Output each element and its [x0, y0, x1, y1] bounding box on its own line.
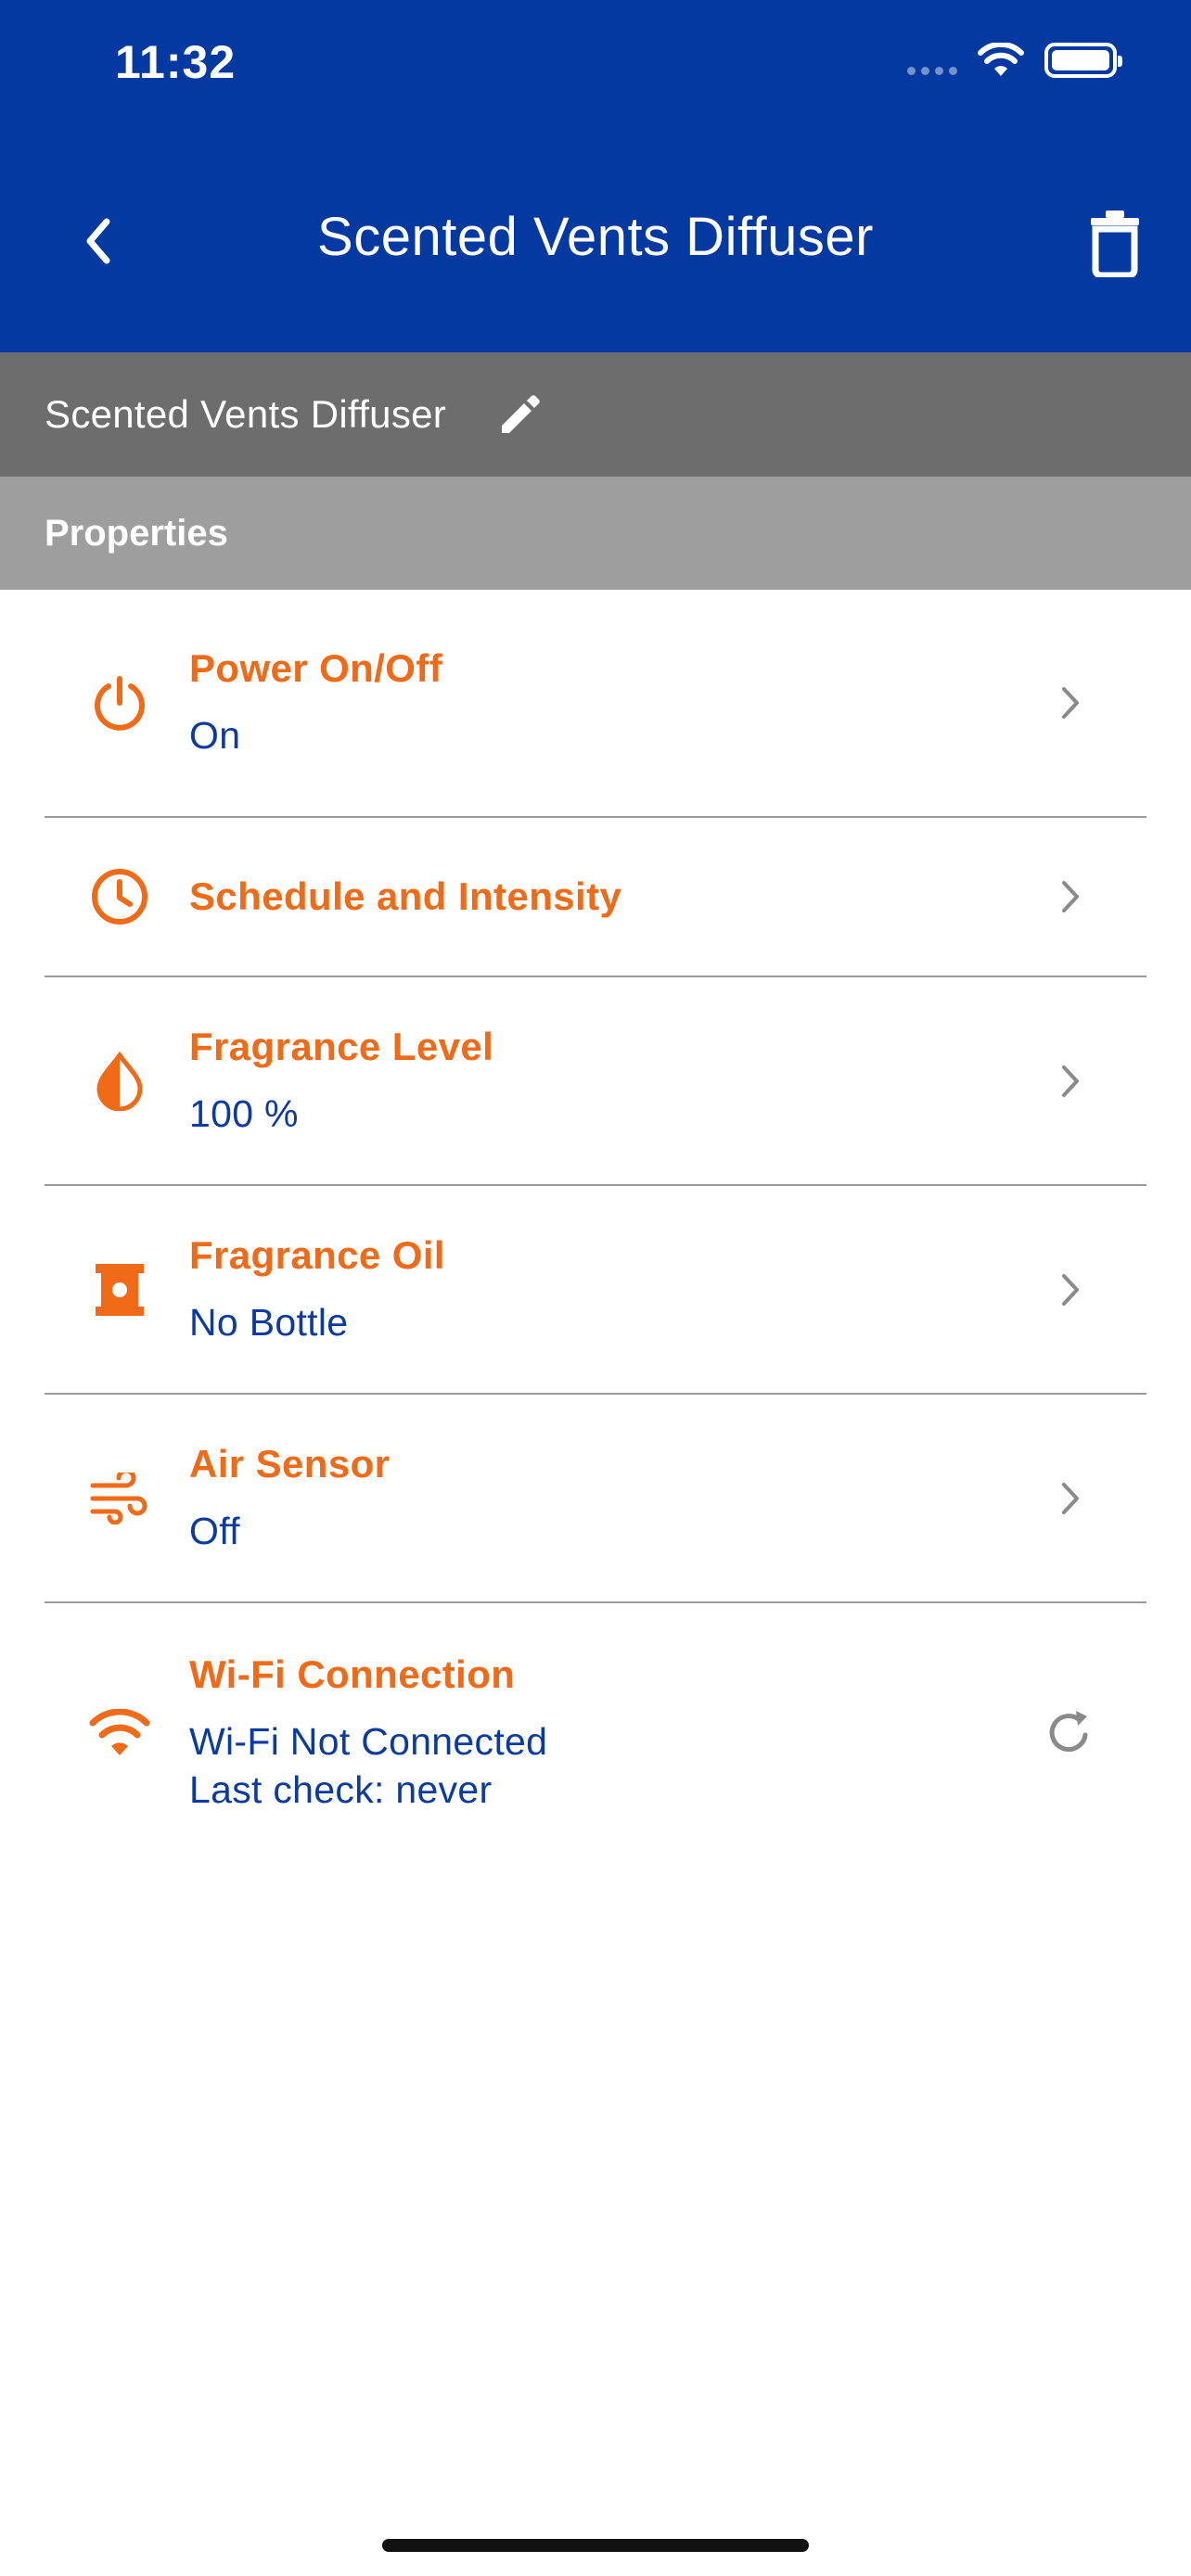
property-row-air-sensor[interactable]: Air Sensor Off [45, 1395, 1146, 1603]
wifi-status-icon [978, 43, 1024, 76]
wifi-status-text: Wi-Fi Not Connected Last check: never [189, 1717, 547, 1814]
properties-list: Power On/Off On Schedule and Intensity F… [45, 590, 1146, 1863]
clock-icon [87, 864, 152, 929]
app-header: 11:32 Scented Vents Diffuser [0, 0, 1191, 352]
chevron-right-icon [1052, 675, 1089, 731]
delete-button[interactable] [1078, 204, 1152, 282]
wifi-last-check: Last check: never [189, 1768, 493, 1811]
device-name-bar: Scented Vents Diffuser [0, 352, 1191, 477]
cellular-signal-icon [907, 66, 957, 75]
property-row-schedule[interactable]: Schedule and Intensity [45, 818, 1146, 977]
battery-icon [1044, 43, 1122, 78]
wind-icon [87, 1466, 152, 1531]
property-row-wifi: Wi-Fi Connection Wi-Fi Not Connected Las… [45, 1603, 1146, 1863]
property-title: Wi-Fi Connection [189, 1652, 516, 1696]
property-row-power[interactable]: Power On/Off On [45, 590, 1146, 818]
chevron-right-icon [1052, 1262, 1089, 1318]
property-title: Fragrance Oil [189, 1232, 445, 1277]
status-time: 11:32 [115, 36, 237, 88]
edit-name-button[interactable] [494, 389, 546, 440]
property-title: Fragrance Level [189, 1024, 494, 1068]
status-icons [907, 43, 1122, 78]
device-name: Scented Vents Diffuser [45, 392, 447, 436]
property-value: 100 % [189, 1091, 299, 1135]
chevron-right-icon [1052, 1053, 1089, 1109]
property-row-fragrance-oil[interactable]: Fragrance Oil No Bottle [45, 1186, 1146, 1395]
property-title: Schedule and Intensity [189, 874, 622, 918]
property-value: Off [189, 1509, 240, 1552]
power-icon [87, 670, 152, 735]
section-title: Properties [45, 512, 228, 554]
property-row-fragrance-level[interactable]: Fragrance Level 100 % [45, 977, 1146, 1186]
property-title: Air Sensor [189, 1441, 391, 1486]
home-indicator[interactable] [382, 2539, 809, 2552]
property-value: No Bottle [189, 1300, 349, 1344]
pencil-icon [502, 395, 540, 433]
chevron-right-icon [1052, 869, 1089, 925]
wifi-status: Wi-Fi Not Connected [189, 1720, 548, 1763]
drop-icon [87, 1049, 152, 1114]
properties-section-header: Properties [0, 477, 1191, 590]
page-title: Scented Vents Diffuser [317, 207, 874, 267]
chevron-right-icon [1052, 1471, 1089, 1526]
refresh-icon [1049, 1711, 1088, 1753]
bottle-icon [87, 1257, 152, 1322]
trash-icon [1091, 210, 1139, 277]
refresh-button[interactable] [1039, 1703, 1098, 1763]
wifi-icon [87, 1701, 152, 1766]
property-title: Power On/Off [189, 646, 443, 690]
property-value: On [189, 714, 241, 757]
